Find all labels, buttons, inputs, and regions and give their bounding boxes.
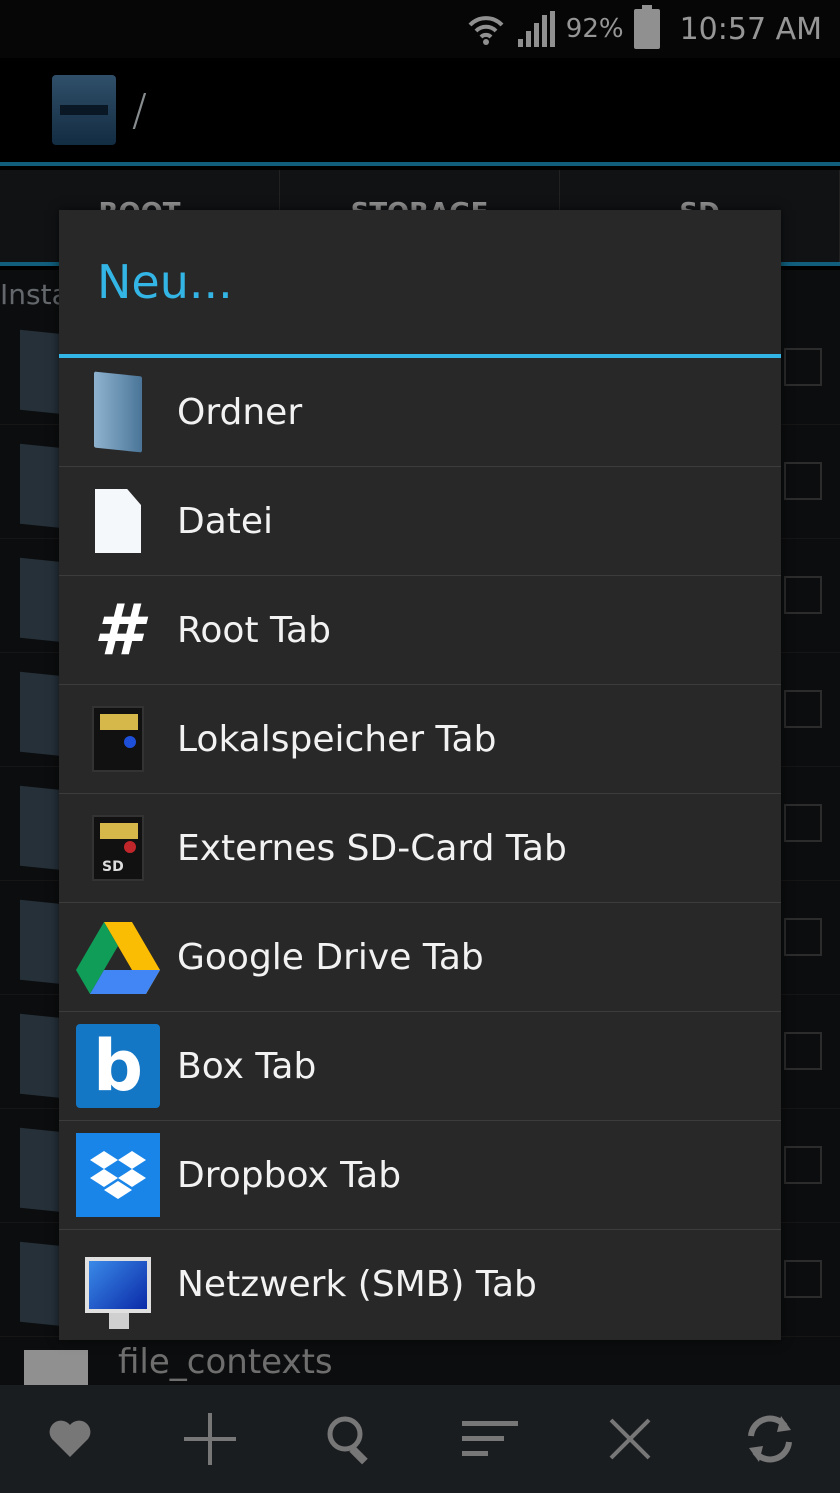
menu-item-google-drive-tab[interactable]: Google Drive Tab [59,903,781,1012]
external-sd-card-icon: SD [92,815,144,881]
menu-item-label: Datei [177,500,274,542]
menu-item-file[interactable]: Datei [59,467,781,576]
folder-icon [94,371,142,453]
box-icon: b [76,1024,160,1108]
heart-icon[interactable] [35,1404,105,1474]
sd-card-icon [92,706,144,772]
menu-item-network-smb-tab[interactable]: Netzwerk (SMB) Tab [59,1230,781,1339]
bottom-toolbar [0,1385,840,1493]
menu-item-label: Box Tab [177,1045,317,1087]
menu-item-label: Root Tab [177,609,331,651]
close-icon[interactable] [595,1404,665,1474]
search-icon[interactable] [315,1404,385,1474]
menu-item-label: Externes SD-Card Tab [177,827,567,869]
hash-icon: # [93,589,143,671]
menu-item-external-sd-tab[interactable]: SD Externes SD-Card Tab [59,794,781,903]
google-drive-icon [76,922,160,994]
menu-list: Ordner Datei # Root Tab Lokalspeicher Ta… [59,358,781,1339]
dropbox-icon [76,1133,160,1217]
sort-icon[interactable] [455,1404,525,1474]
new-item-dialog: Neu... Ordner Datei # Root Tab Lokalspei… [59,210,781,1340]
file-icon [95,489,141,553]
menu-item-label: Netzwerk (SMB) Tab [177,1264,537,1305]
menu-item-folder[interactable]: Ordner [59,358,781,467]
dialog-title: Neu... [59,210,781,358]
menu-item-label: Lokalspeicher Tab [177,718,497,760]
menu-item-local-storage-tab[interactable]: Lokalspeicher Tab [59,685,781,794]
menu-item-dropbox-tab[interactable]: Dropbox Tab [59,1121,781,1230]
menu-item-label: Google Drive Tab [177,936,484,978]
menu-item-root-tab[interactable]: # Root Tab [59,576,781,685]
monitor-icon [85,1256,151,1329]
menu-item-label: Ordner [177,391,303,433]
menu-item-label: Dropbox Tab [177,1154,402,1196]
plus-icon[interactable] [175,1404,245,1474]
menu-item-box-tab[interactable]: b Box Tab [59,1012,781,1121]
refresh-icon[interactable] [735,1404,805,1474]
